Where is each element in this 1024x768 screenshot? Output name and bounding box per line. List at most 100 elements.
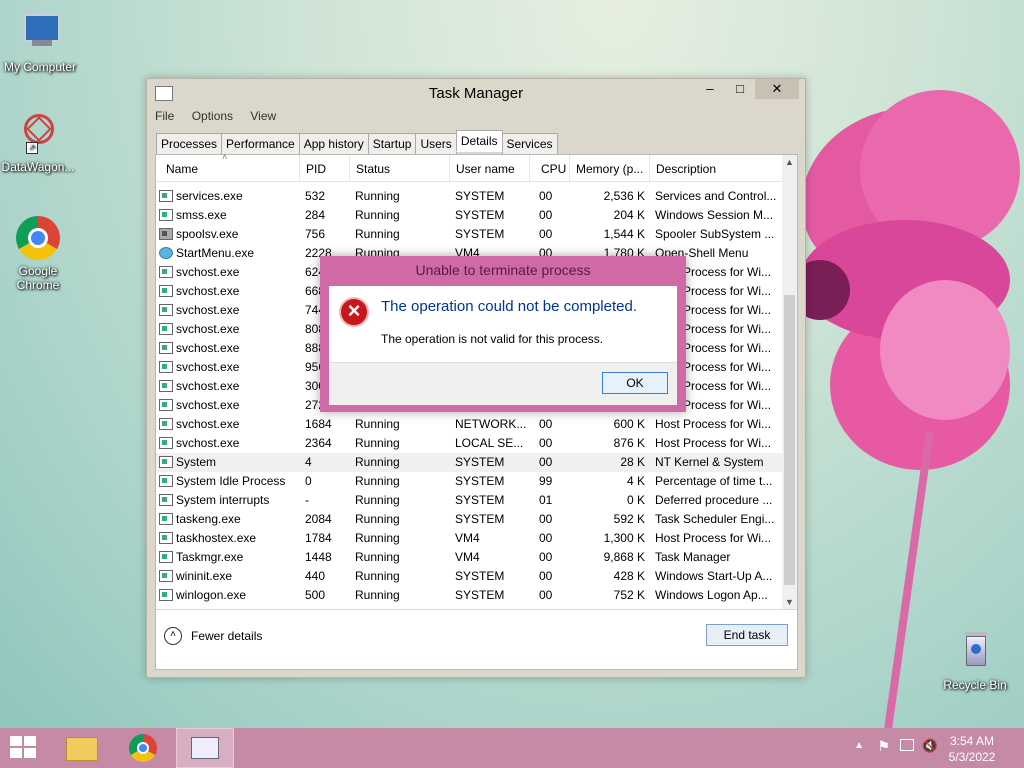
table-row[interactable]: System Idle Process 0 Running SYSTEM 99 4 K Pe… [156, 472, 782, 491]
cell-user: LOCAL SE... [455, 436, 524, 450]
table-row[interactable]: svchost.exe 2364 Running LOCAL SE... 00 876 K… [156, 434, 782, 453]
scroll-up-icon[interactable]: ▲ [782, 157, 797, 167]
cell-memory: 0 K [626, 493, 645, 507]
tab-app-history[interactable]: App history [298, 133, 369, 155]
dialog-body: × The operation could not be completed. … [329, 286, 677, 362]
column-header-description[interactable]: Description [656, 162, 716, 176]
cell-pid: 0 [305, 474, 312, 488]
cell-pid: 1448 [305, 550, 332, 564]
process-icon [159, 532, 173, 544]
table-row[interactable]: Taskmgr.exe 1448 Running VM4 00 9,868 K Task M… [156, 548, 782, 567]
taskbar-chrome[interactable] [116, 728, 172, 768]
cell-name: svchost.exe [176, 284, 240, 298]
ok-button[interactable]: OK [602, 372, 668, 394]
table-row[interactable]: System 4 Running SYSTEM 00 28 K NT Kernel & Sy… [156, 453, 782, 472]
cell-description: Windows Logon Ap... [655, 588, 768, 602]
recycle-bin-icon [953, 630, 997, 674]
desktop-icon-label: My Computer [3, 60, 77, 74]
tab-performance[interactable]: Performance [221, 133, 300, 155]
title-bar[interactable]: Task Manager – □ ✕ [147, 79, 805, 107]
table-row[interactable]: spoolsv.exe 756 Running SYSTEM 00 1,544 K Spoo… [156, 225, 782, 244]
desktop-icon-google-chrome[interactable]: Google Chrome [0, 216, 80, 292]
column-header-name[interactable]: Name [166, 162, 198, 176]
cell-name: svchost.exe [176, 360, 240, 374]
scroll-thumb[interactable] [784, 295, 795, 585]
desktop-icon-recycle-bin[interactable]: Recycle Bin [933, 630, 1017, 692]
vertical-scrollbar[interactable]: ▲ ▼ [782, 155, 797, 609]
column-header-memory[interactable]: Memory (p... [576, 162, 643, 176]
menu-file[interactable]: File [155, 109, 174, 123]
scroll-down-icon[interactable]: ▼ [782, 597, 797, 607]
process-icon [159, 437, 173, 449]
close-button[interactable]: ✕ [755, 79, 799, 99]
network-icon[interactable] [900, 739, 914, 751]
table-row[interactable]: taskeng.exe 2084 Running SYSTEM 00 592 K Task … [156, 510, 782, 529]
column-header-cpu[interactable]: CPU [541, 162, 566, 176]
process-icon [159, 190, 173, 202]
dialog-title[interactable]: Unable to terminate process [320, 262, 686, 278]
menu-view[interactable]: View [250, 109, 276, 123]
clock-time: 3:54 AM [949, 734, 995, 748]
printer-icon [159, 228, 173, 240]
table-row[interactable]: taskhostex.exe 1784 Running VM4 00 1,300 K Hos… [156, 529, 782, 548]
menu-bar: File Options View [155, 109, 290, 127]
cell-name: taskhostex.exe [176, 531, 257, 545]
table-row[interactable]: svchost.exe 1684 Running NETWORK... 00 600 K H… [156, 415, 782, 434]
table-row[interactable]: services.exe 532 Running SYSTEM 00 2,536 K Ser… [156, 187, 782, 206]
cell-pid: 2084 [305, 512, 332, 526]
cell-description: Host Process for Wi... [655, 436, 772, 450]
cell-name: Taskmgr.exe [176, 550, 244, 564]
process-icon [159, 209, 173, 221]
cell-pid: - [305, 493, 309, 507]
cell-user: SYSTEM [455, 208, 505, 222]
start-button[interactable] [0, 728, 56, 768]
clock[interactable]: 3:54 AM 5/3/2022 [942, 733, 1002, 765]
minimize-button[interactable]: – [695, 79, 725, 99]
column-header-user-name[interactable]: User name [456, 162, 515, 176]
menu-options[interactable]: Options [192, 109, 233, 123]
action-center-flag-icon[interactable]: ⚑ [877, 738, 890, 755]
cell-user: SYSTEM [455, 569, 505, 583]
column-header-status[interactable]: Status [356, 162, 390, 176]
cell-name: taskeng.exe [176, 512, 241, 526]
cell-cpu: 00 [539, 455, 553, 469]
table-row[interactable]: winlogon.exe 500 Running SYSTEM 00 752 K Windo… [156, 586, 782, 605]
column-header-pid[interactable]: PID [306, 162, 326, 176]
desktop-icon-label: DataWagon... [1, 160, 75, 174]
cell-pid: 4 [305, 455, 312, 469]
fewer-details-button[interactable]: ˄ Fewer details [164, 627, 262, 645]
tab-processes[interactable]: Processes [156, 133, 223, 155]
cell-cpu: 00 [539, 550, 553, 564]
cell-description: NT Kernel & System [655, 455, 764, 469]
cell-name: smss.exe [176, 208, 227, 222]
cell-name: svchost.exe [176, 303, 240, 317]
table-row[interactable]: System interrupts - Running SYSTEM 01 0 K Defe… [156, 491, 782, 510]
show-hidden-icons-icon[interactable]: ▲ [854, 740, 864, 751]
volume-muted-icon[interactable]: 🔇 [922, 738, 938, 754]
cell-description: Windows Session M... [655, 208, 774, 222]
cell-name: spoolsv.exe [176, 227, 239, 241]
process-icon [159, 551, 173, 563]
cell-name: svchost.exe [176, 341, 240, 355]
desktop-icon-datawagon[interactable]: ↗ DataWagon... [0, 112, 80, 174]
error-icon: × [339, 297, 369, 327]
cell-memory: 28 K [620, 455, 645, 469]
tab-services[interactable]: Services [501, 133, 558, 155]
cell-name: services.exe [176, 189, 243, 203]
end-task-button[interactable]: End task [706, 624, 788, 646]
tab-details[interactable]: Details [455, 130, 503, 152]
cell-memory: 428 K [613, 569, 645, 583]
maximize-button[interactable]: □ [725, 79, 755, 99]
taskbar-task-manager[interactable] [176, 728, 234, 768]
shortcut-arrow-icon: ↗ [26, 142, 38, 154]
cell-name: svchost.exe [176, 265, 240, 279]
taskbar-file-explorer[interactable] [54, 728, 110, 768]
cell-status: Running [355, 208, 400, 222]
table-row[interactable]: wininit.exe 440 Running SYSTEM 00 428 K Window… [156, 567, 782, 586]
tab-startup[interactable]: Startup [367, 133, 417, 155]
datawagon-icon: ↗ [16, 112, 60, 156]
desktop-icon-my-computer[interactable]: My Computer [0, 12, 82, 74]
table-row[interactable]: smss.exe 284 Running SYSTEM 00 204 K Windows S… [156, 206, 782, 225]
cell-user: SYSTEM [455, 227, 505, 241]
tab-users[interactable]: Users [415, 133, 457, 155]
